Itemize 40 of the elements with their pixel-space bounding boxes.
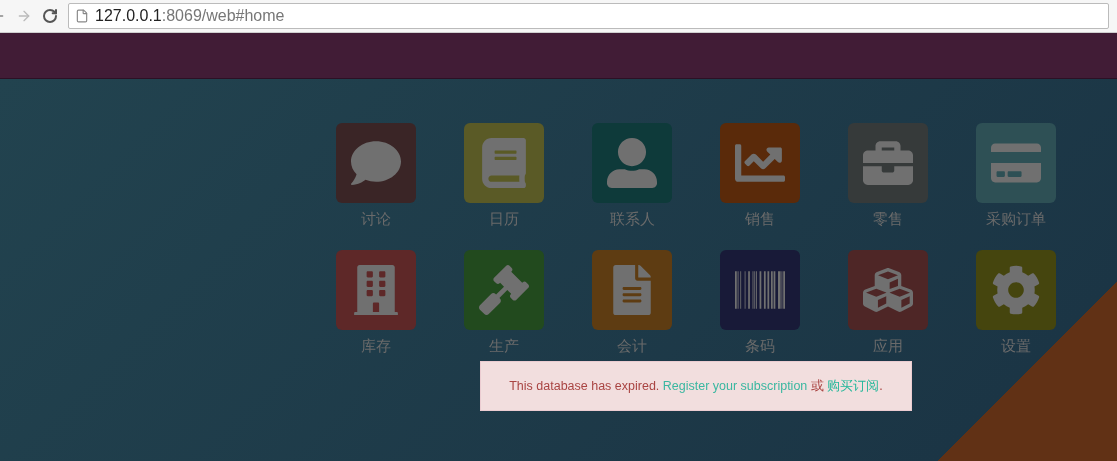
app-tile[interactable] <box>592 123 672 203</box>
app-label[interactable]: 销售 <box>745 208 775 230</box>
app-tile[interactable] <box>592 250 672 330</box>
app-tile[interactable] <box>976 123 1056 203</box>
app-label[interactable]: 联系人 <box>609 208 655 230</box>
app-label[interactable]: 讨论 <box>361 208 391 230</box>
settings-icon <box>991 265 1041 315</box>
register-link[interactable]: Register your subscription <box>662 378 808 393</box>
book-icon <box>479 138 529 188</box>
app-label[interactable]: 日历 <box>489 208 519 230</box>
app-label[interactable]: 零售 <box>873 208 903 230</box>
speech-bubble-icon <box>351 138 401 188</box>
app-tile[interactable] <box>976 250 1056 330</box>
app-tile[interactable] <box>336 250 416 330</box>
alert-message: This database has expired. Register your subscription 或 购买订阅. <box>509 377 883 395</box>
url-text: 127.0.0.1:8069/web#home <box>95 6 285 26</box>
app-label[interactable]: 应用 <box>873 335 903 357</box>
reload-icon[interactable] <box>42 8 58 24</box>
app-tile[interactable] <box>464 250 544 330</box>
app-tile[interactable] <box>720 250 800 330</box>
app-label[interactable]: 会计 <box>617 335 647 357</box>
gavel-icon <box>479 265 529 315</box>
app-tile[interactable] <box>848 250 928 330</box>
app-tile[interactable] <box>720 123 800 203</box>
app-label[interactable]: 采购订单 <box>986 208 1046 230</box>
app-label[interactable]: 库存 <box>361 335 391 357</box>
building-icon <box>351 265 401 315</box>
buy-link[interactable]: 购买订阅 <box>827 378 880 393</box>
person-icon <box>607 138 657 188</box>
app-tile[interactable] <box>464 123 544 203</box>
app-label[interactable]: 条码 <box>745 335 775 357</box>
briefcase-icon <box>863 138 913 188</box>
address-bar[interactable]: 127.0.0.1:8069/web#home <box>68 3 1109 29</box>
app-tile[interactable] <box>336 123 416 203</box>
app-label[interactable]: 生产 <box>489 335 519 357</box>
cubes-icon <box>863 265 913 315</box>
app-tile[interactable] <box>848 123 928 203</box>
forward-icon[interactable] <box>16 8 32 24</box>
app-label[interactable]: 设置 <box>1001 335 1031 357</box>
page-icon <box>75 9 89 23</box>
